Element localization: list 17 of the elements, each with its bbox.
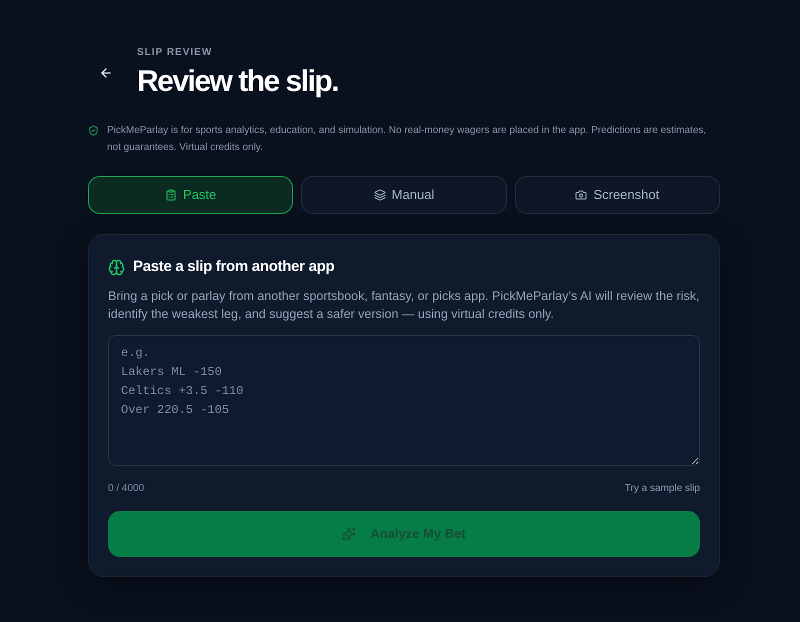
mode-tab[interactable]: Paste [88,176,294,214]
mode-tab[interactable]: Manual [301,176,507,214]
mode-tab[interactable]: Screenshot [514,176,720,214]
eyebrow-label: SLIP REVIEW [137,46,214,60]
page-title: Review the slip. [137,64,338,100]
layers-icon [374,189,386,201]
brain-icon [108,258,125,276]
shield-check-icon [88,125,99,136]
card-description: Bring a pick or parlay from another sportsbook, fantasy, or picks app. PickMeParlay’s AI will review the risk, identify the weakest leg, and suggest a safer version — using virtual credits only. [108,288,700,323]
character-counter: 0 / 4000 [108,482,144,496]
disclaimer-text: PickMeParlay is for sports analytics, education, and simulation. No real-money wagers are placed in the app. Predictions are estimates, not guarantees. Virtual credits only. [107,124,708,155]
sample-slip-link[interactable]: Try a sample slip [624,481,700,497]
slip-input[interactable]: e.g. Lakers ML -150 Celtics +3.5 -110 Over 220.5 -105 [108,335,700,466]
clipboard-icon [165,189,178,201]
camera-icon [575,189,588,201]
card-title: Paste a slip from another app [133,256,334,277]
sparkle-icon [342,527,356,541]
